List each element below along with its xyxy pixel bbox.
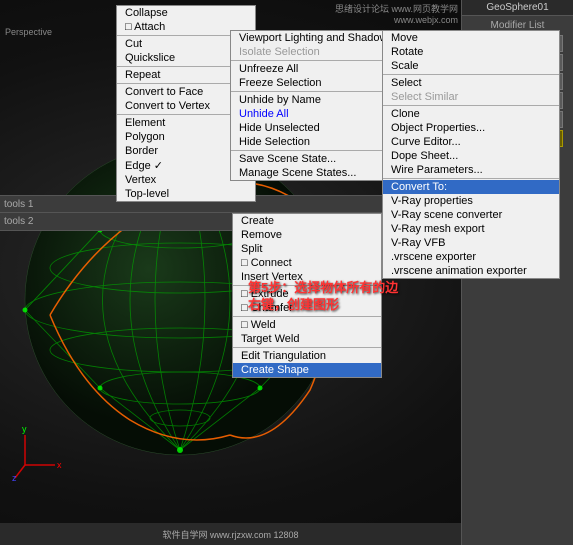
ctx-insert-vertex[interactable]: Insert Vertex: [233, 270, 381, 284]
ctx-vrscene-exporter[interactable]: .vrscene exporter: [383, 250, 559, 264]
context-menu-transform: Move Rotate Scale Select Select Similar …: [382, 30, 560, 279]
ctx-scale[interactable]: Scale: [383, 59, 559, 73]
ctx-split[interactable]: Split: [233, 242, 381, 256]
ctx-weld[interactable]: □ Weld: [233, 318, 381, 332]
watermark: 思绪设计论坛 www.网页教学网 www.webjx.com: [335, 2, 458, 25]
logo-bar: 软件自学网 www.rjzxw.com 12808: [0, 523, 461, 545]
tools2-label: tools 2: [4, 216, 33, 227]
ctx-convert-to[interactable]: Convert To:: [383, 180, 559, 194]
ctx-wire-parameters[interactable]: Wire Parameters...: [383, 163, 559, 177]
logo-text: 软件自学网 www.rjzxw.com 12808: [162, 528, 298, 541]
tools1-label: tools 1: [4, 199, 33, 210]
chamfer-checkbox: □: [241, 302, 248, 314]
separator11: [383, 74, 559, 75]
ctx-create[interactable]: Create: [233, 214, 381, 228]
svg-text:x: x: [57, 460, 62, 470]
ctx-vray-scene-converter[interactable]: V-Ray scene converter: [383, 208, 559, 222]
separator13: [383, 178, 559, 179]
ctx-extrude[interactable]: □ Extrude: [233, 287, 381, 301]
ctx-connect[interactable]: □ Connect: [233, 256, 381, 270]
ctx-vray-vfb[interactable]: V-Ray VFB: [383, 236, 559, 250]
ctx-vrscene-anim-exporter[interactable]: .vrscene animation exporter: [383, 264, 559, 278]
svg-text:Perspective: Perspective: [5, 27, 52, 37]
ctx-create-shape[interactable]: Create Shape: [233, 363, 381, 377]
ctx-rotate[interactable]: Rotate: [383, 45, 559, 59]
separator9: [233, 316, 381, 317]
ctx-edit-triangulation[interactable]: Edit Triangulation: [233, 349, 381, 363]
ctx-curve-editor[interactable]: Curve Editor...: [383, 135, 559, 149]
svg-text:y: y: [22, 424, 27, 434]
ctx-dope-sheet[interactable]: Dope Sheet...: [383, 149, 559, 163]
ctx-toplevel[interactable]: Top-level: [117, 187, 255, 201]
connect-checkbox: □: [241, 257, 248, 269]
ctx-remove[interactable]: Remove: [233, 228, 381, 242]
weld-checkbox: □: [241, 319, 248, 331]
ctx-chamfer[interactable]: □ Chamfer: [233, 301, 381, 315]
separator10: [233, 347, 381, 348]
ctx-vray-properties[interactable]: V-Ray properties: [383, 194, 559, 208]
svg-text:z: z: [12, 473, 17, 483]
ctx-collapse[interactable]: Collapse: [117, 6, 255, 20]
ctx-clone[interactable]: Clone: [383, 107, 559, 121]
separator8: [233, 285, 381, 286]
ctx-move[interactable]: Move: [383, 31, 559, 45]
ctx-vray-mesh-export[interactable]: V-Ray mesh export: [383, 222, 559, 236]
context-menu-edge-ops: Create Remove Split □ Connect Insert Ver…: [232, 213, 382, 378]
ctx-select-similar[interactable]: Select Similar: [383, 90, 559, 104]
extrude-checkbox: □: [241, 288, 248, 300]
object-name: GeoSphere01: [462, 0, 573, 16]
separator12: [383, 105, 559, 106]
ctx-select[interactable]: Select: [383, 76, 559, 90]
attach-checkbox-icon: □: [125, 21, 132, 33]
ctx-object-properties[interactable]: Object Properties...: [383, 121, 559, 135]
ctx-target-weld[interactable]: Target Weld: [233, 332, 381, 346]
